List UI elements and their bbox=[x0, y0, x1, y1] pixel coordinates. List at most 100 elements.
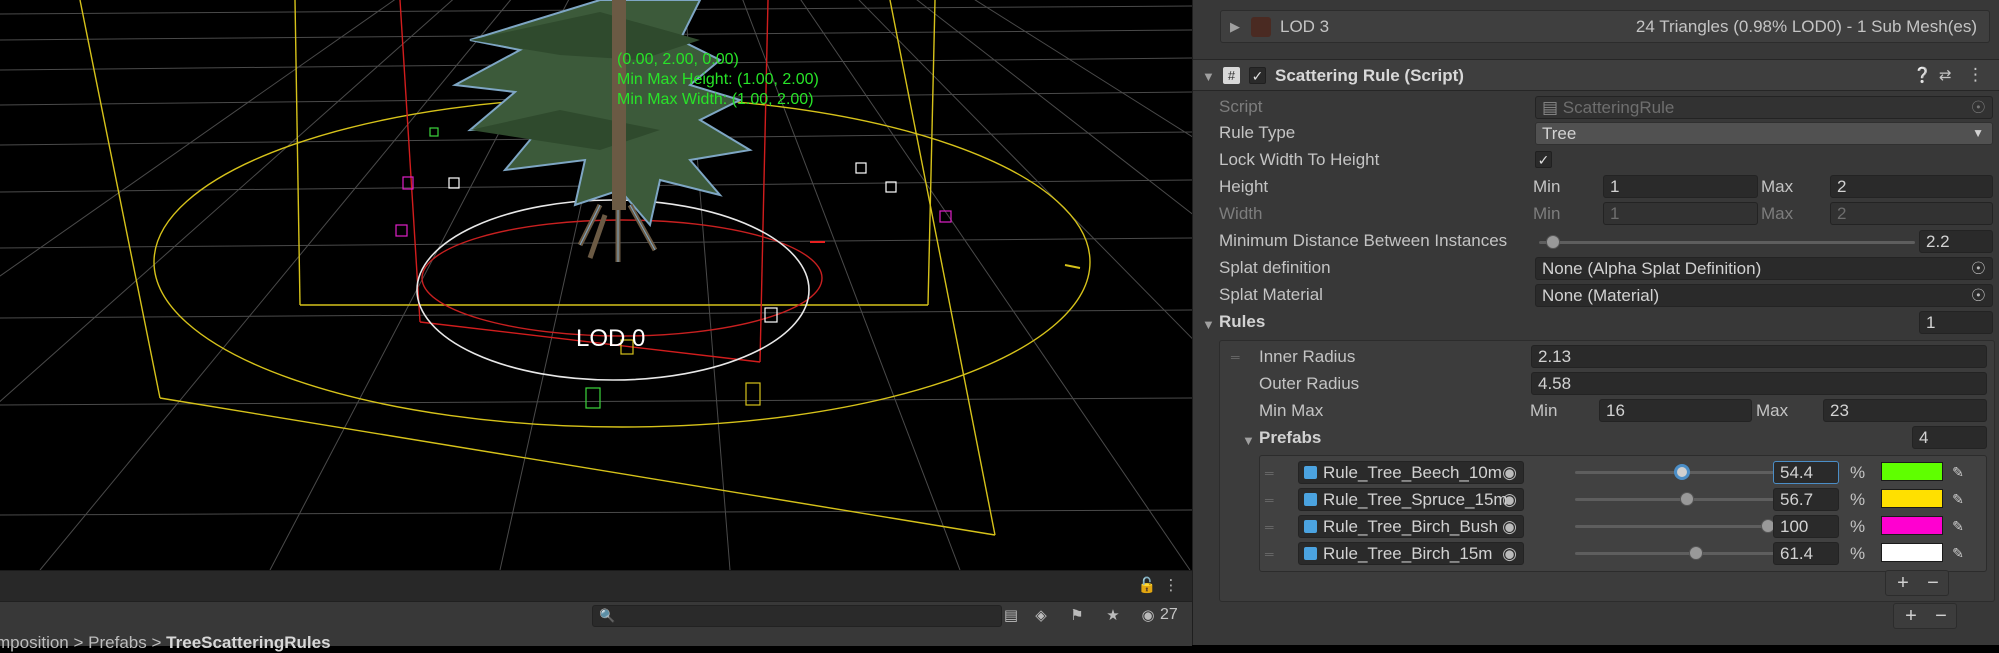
min-distance-label: Minimum Distance Between Instances bbox=[1219, 231, 1508, 250]
foldout-arrow-icon[interactable]: ▶ bbox=[1230, 19, 1240, 35]
lock-width-label: Lock Width To Height bbox=[1219, 150, 1380, 169]
inner-radius-label: Inner Radius bbox=[1259, 347, 1356, 366]
question-icon[interactable]: ❔ bbox=[1913, 66, 1932, 84]
weight-slider-track[interactable] bbox=[1575, 552, 1775, 555]
eyedropper-icon[interactable]: ✎ bbox=[1947, 489, 1969, 509]
breadcrumb-item[interactable]: Prefabs bbox=[88, 633, 147, 652]
weight-value-field[interactable]: 54.4 bbox=[1773, 461, 1839, 484]
remove-rule-button[interactable]: − bbox=[1926, 604, 1956, 628]
minmax-min-field[interactable]: 16 bbox=[1599, 399, 1752, 422]
width-label: Width bbox=[1219, 204, 1263, 223]
width-min-field: 1 bbox=[1603, 202, 1758, 225]
object-picker-icon[interactable]: ◉ bbox=[1502, 543, 1517, 564]
minmax-max-label: Max bbox=[1756, 401, 1789, 420]
width-min-label: Min bbox=[1533, 204, 1561, 223]
add-rule-button[interactable]: + bbox=[1896, 604, 1926, 628]
splat-def-field[interactable]: None (Alpha Splat Definition) ☉ bbox=[1535, 257, 1993, 280]
min-distance-slider-track[interactable] bbox=[1539, 241, 1915, 244]
sliders-icon[interactable]: ⇄ bbox=[1939, 66, 1952, 84]
percent-label: % bbox=[1850, 544, 1866, 563]
weight-value-field[interactable]: 56.7 bbox=[1773, 488, 1839, 511]
prefab-object-field[interactable]: Rule_Tree_Beech_10m ◉ bbox=[1298, 461, 1524, 484]
kebab-icon[interactable]: ⋮ bbox=[1160, 575, 1182, 597]
weight-slider-handle[interactable] bbox=[1674, 464, 1690, 480]
prefab-object-field[interactable]: Rule_Tree_Birch_15m ◉ bbox=[1298, 542, 1524, 565]
component-header[interactable]: ▼ # ✓ Scattering Rule (Script) ❔ ⇄ ⋮ bbox=[1193, 59, 1999, 91]
prefab-name: Rule_Tree_Birch_15m bbox=[1323, 544, 1493, 563]
height-min-label: Min bbox=[1533, 177, 1561, 196]
lock-width-checkbox[interactable]: ✓ bbox=[1535, 151, 1552, 168]
drag-handle-icon[interactable]: ═ bbox=[1265, 466, 1273, 480]
weight-slider-track[interactable] bbox=[1575, 498, 1775, 501]
drag-handle-icon[interactable]: ═ bbox=[1265, 520, 1273, 534]
drag-handle-icon[interactable]: ═ bbox=[1231, 350, 1239, 364]
min-distance-slider-handle[interactable] bbox=[1546, 235, 1560, 249]
weight-slider-track[interactable] bbox=[1575, 525, 1775, 528]
object-picker-icon[interactable]: ☉ bbox=[1971, 285, 1986, 306]
inner-radius-field[interactable]: 2.13 bbox=[1531, 345, 1987, 368]
weight-slider-handle[interactable] bbox=[1680, 492, 1694, 506]
prefabs-label[interactable]: Prefabs bbox=[1259, 428, 1321, 448]
component-enabled-checkbox[interactable]: ✓ bbox=[1249, 67, 1266, 84]
inspector-panel: ▶ LOD 3 24 Triangles (0.98% LOD0) - 1 Su… bbox=[1192, 0, 1999, 645]
toolbar-top-row: 🔓 ⋮ bbox=[0, 571, 1192, 601]
outer-radius-field[interactable]: 4.58 bbox=[1531, 372, 1987, 395]
height-min-field[interactable]: 1 bbox=[1603, 175, 1758, 198]
rules-count-field[interactable]: 1 bbox=[1919, 311, 1993, 334]
eyedropper-icon[interactable]: ✎ bbox=[1947, 543, 1969, 563]
eyedropper-icon[interactable]: ✎ bbox=[1947, 462, 1969, 482]
weight-value-field[interactable]: 100 bbox=[1773, 515, 1839, 538]
remove-prefab-button[interactable]: − bbox=[1918, 571, 1948, 595]
kebab-icon[interactable]: ⋮ bbox=[1967, 65, 1984, 85]
prefab-object-field[interactable]: Rule_Tree_Birch_Bush ◉ bbox=[1298, 515, 1524, 538]
prefab-color-swatch[interactable] bbox=[1881, 489, 1943, 508]
splat-mat-field[interactable]: None (Material) ☉ bbox=[1535, 284, 1993, 307]
drag-handle-icon[interactable]: ═ bbox=[1265, 493, 1273, 507]
gizmo-position-label: (0.00, 2.00, 0.00) bbox=[617, 51, 739, 68]
foldout-arrow-icon[interactable]: ▼ bbox=[1202, 69, 1215, 84]
rules-label[interactable]: Rules bbox=[1219, 312, 1265, 332]
add-prefab-button[interactable]: + bbox=[1888, 571, 1918, 595]
height-max-field[interactable]: 2 bbox=[1830, 175, 1993, 198]
splat-def-label: Splat definition bbox=[1219, 258, 1331, 277]
breadcrumb-item[interactable]: mposition bbox=[0, 633, 69, 652]
prefab-color-swatch[interactable] bbox=[1881, 543, 1943, 562]
width-max-field: 2 bbox=[1830, 202, 1993, 225]
scene-grid bbox=[0, 0, 1192, 570]
weight-slider-handle[interactable] bbox=[1689, 546, 1703, 560]
weight-value-field[interactable]: 61.4 bbox=[1773, 542, 1839, 565]
filter-type-icon[interactable]: ◈ bbox=[1030, 605, 1052, 627]
save-search-icon[interactable]: ▤ bbox=[1000, 605, 1022, 627]
min-distance-field[interactable]: 2.2 bbox=[1919, 230, 1993, 253]
star-icon[interactable]: ★ bbox=[1102, 605, 1124, 627]
outer-radius-label: Outer Radius bbox=[1259, 374, 1360, 393]
object-picker-icon[interactable]: ◉ bbox=[1502, 489, 1517, 510]
minmax-max-field[interactable]: 23 bbox=[1823, 399, 1987, 422]
prefab-color-swatch[interactable] bbox=[1881, 462, 1943, 481]
drag-handle-icon[interactable]: ═ bbox=[1265, 547, 1273, 561]
object-picker-icon[interactable]: ☉ bbox=[1971, 258, 1986, 279]
foldout-arrow-icon[interactable]: ▼ bbox=[1202, 317, 1215, 332]
tree-mesh bbox=[451, 0, 753, 262]
lock-icon[interactable]: 🔓 bbox=[1136, 575, 1158, 597]
percent-label: % bbox=[1850, 463, 1866, 482]
prefabs-count-field[interactable]: 4 bbox=[1912, 426, 1987, 449]
object-picker-icon[interactable]: ◉ bbox=[1502, 516, 1517, 537]
prefab-color-swatch[interactable] bbox=[1881, 516, 1943, 535]
rule-type-value: Tree bbox=[1542, 124, 1577, 143]
hidden-visibility-icon[interactable]: ◉ bbox=[1136, 605, 1160, 627]
scene-view[interactable]: (0.00, 2.00, 0.00) Min Max Height: (1.00… bbox=[0, 0, 1192, 570]
lod-label: LOD 0 bbox=[576, 325, 646, 352]
label-icon[interactable]: ⚑ bbox=[1066, 605, 1088, 627]
lod3-row[interactable]: ▶ LOD 3 24 Triangles (0.98% LOD0) - 1 Su… bbox=[1220, 10, 1990, 43]
script-field: ▤ ScatteringRule ☉ bbox=[1535, 96, 1993, 119]
search-input[interactable]: 🔍 bbox=[592, 605, 1002, 627]
object-picker-icon[interactable]: ◉ bbox=[1502, 462, 1517, 483]
foldout-arrow-icon[interactable]: ▼ bbox=[1242, 433, 1255, 448]
prefab-object-field[interactable]: Rule_Tree_Spruce_15m ◉ bbox=[1298, 488, 1524, 511]
eyedropper-icon[interactable]: ✎ bbox=[1947, 516, 1969, 536]
percent-label: % bbox=[1850, 490, 1866, 509]
width-max-label: Max bbox=[1761, 204, 1794, 223]
rule-type-dropdown[interactable]: Tree ▼ bbox=[1535, 122, 1993, 145]
gizmo-height-label: Min Max Height: (1.00, 2.00) bbox=[617, 71, 819, 88]
